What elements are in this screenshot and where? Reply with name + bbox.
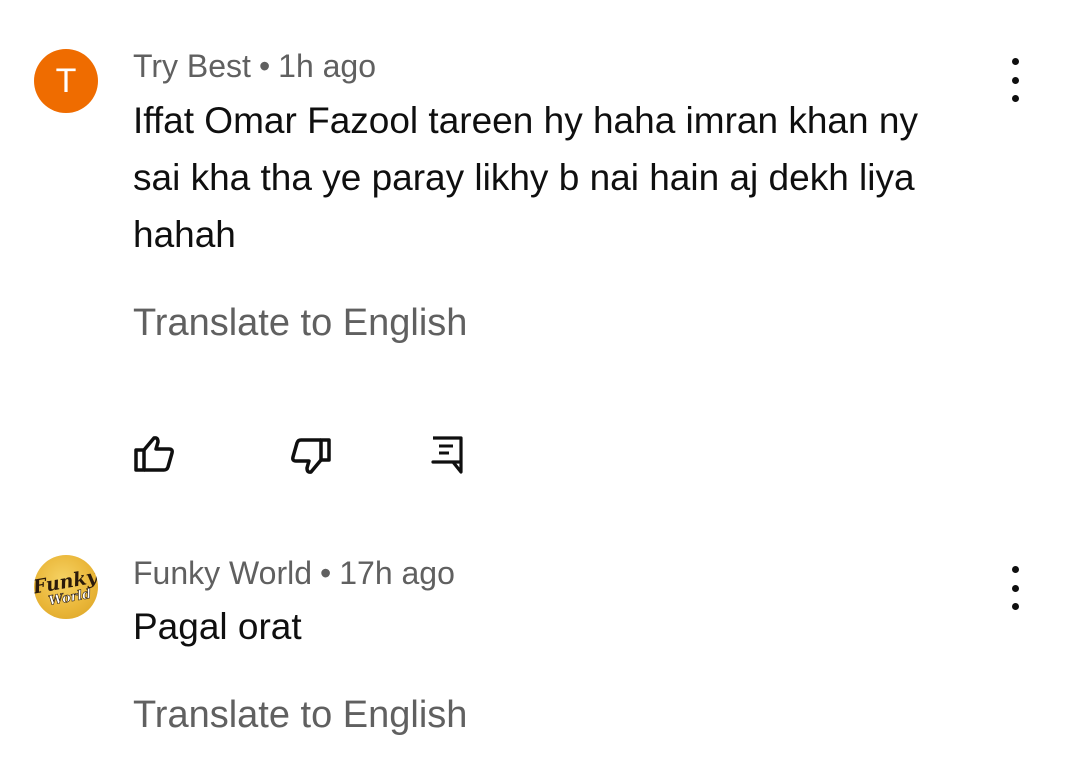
comment-item: Funky World Funky World • 17h ago Pagal or… (0, 540, 1080, 778)
reply-button[interactable] (425, 432, 475, 482)
meta-separator: • (258, 48, 271, 84)
comment-action-bar (0, 432, 1080, 482)
avatar-letter: T (55, 61, 77, 100)
comment-text-line: sai kha tha ye paray likhy b nai hain aj… (133, 157, 915, 198)
comment-text-line: Pagal orat (133, 606, 302, 647)
thumbs-down-icon (291, 438, 331, 474)
avatar[interactable]: Funky World (34, 555, 98, 619)
kebab-dot (1011, 603, 1019, 610)
comment-time[interactable]: 17h ago (339, 555, 455, 591)
comment-meta: Try Best • 1h ago (133, 48, 376, 85)
comment-item: T Try Best • 1h ago Iffat Omar Fazool tare… (0, 0, 1080, 520)
comment-text: Iffat Omar Fazool tareen hy haha imran k… (133, 92, 973, 263)
comment-author[interactable]: Funky World (133, 555, 312, 591)
meta-separator: • (320, 555, 332, 591)
comment-text-line: hahah (133, 214, 236, 255)
kebab-dot (1011, 58, 1019, 65)
like-button[interactable] (131, 432, 181, 482)
comment-text-line: Iffat Omar Fazool tareen hy haha imran k… (133, 100, 918, 141)
kebab-dot (1011, 566, 1019, 573)
comment-meta: Funky World • 17h ago (133, 555, 455, 592)
thumbs-up-icon (134, 436, 174, 472)
kebab-dot (1011, 584, 1019, 592)
funky-world-logo: Funky World (34, 565, 98, 609)
kebab-dot (1011, 76, 1019, 84)
reply-icon (431, 436, 463, 474)
translate-button[interactable]: Translate to English (133, 694, 467, 737)
more-options-icon[interactable] (1000, 58, 1030, 102)
kebab-dot (1011, 95, 1019, 102)
dislike-button[interactable] (284, 432, 334, 482)
more-options-icon[interactable] (1000, 566, 1030, 610)
translate-button[interactable]: Translate to English (133, 302, 467, 345)
comment-text: Pagal orat (133, 598, 973, 655)
avatar[interactable]: T (34, 49, 98, 113)
comment-time[interactable]: 1h ago (278, 48, 376, 84)
comment-author[interactable]: Try Best (133, 48, 251, 84)
